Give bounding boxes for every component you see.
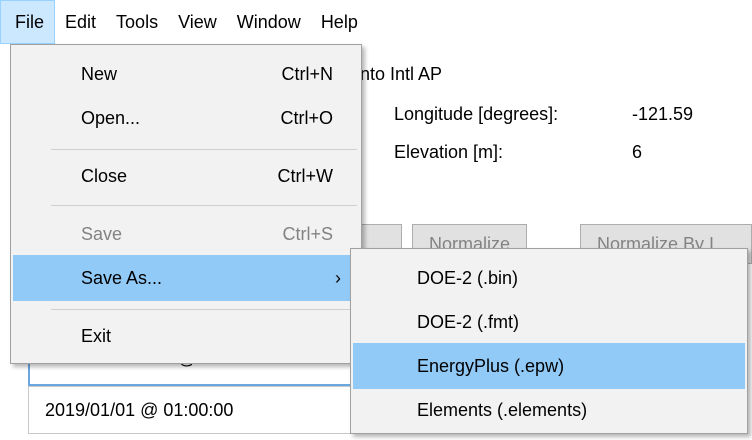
- longitude-value: -121.59: [632, 104, 694, 124]
- menu-edit[interactable]: Edit: [55, 0, 106, 44]
- menu-window[interactable]: Window: [227, 0, 311, 44]
- submenu-item-elements-label: Elements (.elements): [417, 399, 588, 420]
- save-as-submenu: DOE-2 (.bin) DOE-2 (.fmt) EnergyPlus (.e…: [350, 248, 748, 434]
- file-menu: New Ctrl+N Open... Ctrl+O Close Ctrl+W S…: [10, 44, 362, 364]
- menu-view[interactable]: View: [168, 0, 227, 44]
- elevation-label: Elevation [m]:: [394, 142, 504, 162]
- menu-separator: [51, 149, 357, 150]
- location-name-fragment: ento Intl AP: [350, 64, 443, 84]
- menu-item-open[interactable]: Open... Ctrl+O: [13, 95, 359, 141]
- menu-item-save-shortcut: Ctrl+S: [282, 223, 333, 244]
- menu-separator: [51, 309, 357, 310]
- menu-item-new-label: New: [81, 63, 118, 84]
- submenu-item-energyplus-epw-label: EnergyPlus (.epw): [417, 355, 565, 376]
- list-item[interactable]: 2019/01/01 @ 01:00:00: [28, 386, 388, 434]
- list-item-text: 2019/01/01 @ 01:00:00: [45, 399, 234, 420]
- elevation-value: 6: [632, 142, 643, 162]
- menu-item-save-as[interactable]: Save As... ›: [13, 255, 359, 301]
- menu-item-save[interactable]: Save Ctrl+S: [13, 211, 359, 257]
- longitude-label: Longitude [degrees]:: [394, 104, 559, 124]
- submenu-item-elements[interactable]: Elements (.elements): [353, 387, 745, 433]
- menu-separator: [51, 205, 357, 206]
- menu-item-new-shortcut: Ctrl+N: [281, 63, 333, 84]
- submenu-item-doe2-fmt[interactable]: DOE-2 (.fmt): [353, 299, 745, 345]
- menu-item-exit-label: Exit: [81, 325, 112, 346]
- submenu-item-doe2-bin-label: DOE-2 (.bin): [417, 267, 519, 288]
- menu-item-save-as-label: Save As...: [81, 267, 163, 288]
- menu-item-open-label: Open...: [81, 107, 141, 128]
- menu-bar: File Edit Tools View Window Help: [0, 0, 752, 44]
- menu-item-close[interactable]: Close Ctrl+W: [13, 153, 359, 199]
- chevron-right-icon: ›: [335, 267, 341, 288]
- menu-item-new[interactable]: New Ctrl+N: [13, 51, 359, 97]
- menu-item-close-shortcut: Ctrl+W: [277, 165, 334, 186]
- menu-item-exit[interactable]: Exit: [13, 313, 359, 359]
- menu-item-open-shortcut: Ctrl+O: [280, 107, 333, 128]
- menu-item-save-label: Save: [81, 223, 123, 244]
- submenu-item-energyplus-epw[interactable]: EnergyPlus (.epw): [353, 343, 745, 389]
- menu-tools[interactable]: Tools: [106, 0, 168, 44]
- menu-item-close-label: Close: [81, 165, 128, 186]
- list-item-partial[interactable]: @: [28, 348, 388, 386]
- menu-file[interactable]: File: [0, 0, 56, 44]
- submenu-item-doe2-fmt-label: DOE-2 (.fmt): [417, 311, 519, 332]
- submenu-item-doe2-bin[interactable]: DOE-2 (.bin): [353, 255, 745, 301]
- menu-help[interactable]: Help: [311, 0, 368, 44]
